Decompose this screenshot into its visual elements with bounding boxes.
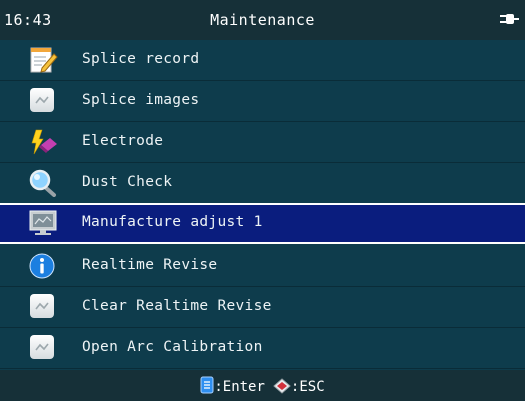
- notepad-pencil-icon: [30, 47, 58, 73]
- menu-item-label: Dust Check: [82, 174, 173, 190]
- menu-item-label: Open Arc Calibration: [82, 339, 263, 355]
- menu-item-label: Splice record: [82, 51, 200, 67]
- plug-icon: [500, 14, 519, 24]
- magnifier-icon: [29, 169, 56, 197]
- key-hint-bar: :Enter :ESC: [0, 370, 525, 401]
- menu-item-splice-images[interactable]: Splice images: [0, 81, 525, 122]
- menu-item-manufacture-adjust[interactable]: Manufacture adjust 1: [0, 203, 525, 244]
- menu-item-label: Manufacture adjust 1: [82, 214, 263, 230]
- monitor-icon: [29, 210, 57, 235]
- image-icon: [28, 334, 58, 362]
- menu-item-label: Clear Realtime Revise: [82, 298, 272, 314]
- enter-key-icon: [200, 376, 214, 394]
- esc-hint-label: :ESC: [290, 379, 325, 395]
- key-hints: :Enter :ESC: [0, 376, 525, 395]
- menu-item-dust-check[interactable]: Dust Check: [0, 163, 525, 204]
- image-icon: [28, 87, 58, 115]
- menu-item-realtime-revise[interactable]: Realtime Revise: [0, 246, 525, 287]
- menu-item-label: Splice images: [82, 92, 200, 108]
- menu-item-clear-realtime-revise[interactable]: Clear Realtime Revise: [0, 287, 525, 328]
- status-bar: 16:43 Maintenance: [0, 0, 525, 40]
- menu-item-electrode[interactable]: Electrode: [0, 122, 525, 163]
- esc-key-icon: [273, 378, 291, 394]
- maintenance-menu: Splice record Splice images Electrode Du…: [0, 40, 525, 370]
- maintenance-screen: 16:43 Maintenance Splice record Splice i…: [0, 0, 525, 401]
- info-icon: [29, 253, 55, 279]
- lightning-electrode-icon: [31, 129, 57, 155]
- enter-hint-label: :Enter: [214, 379, 265, 395]
- page-title: Maintenance: [210, 11, 315, 29]
- menu-item-label: Realtime Revise: [82, 257, 218, 273]
- menu-item-splice-record[interactable]: Splice record: [0, 40, 525, 81]
- image-icon: [28, 293, 58, 321]
- menu-item-open-arc-calibration[interactable]: Open Arc Calibration: [0, 328, 525, 369]
- menu-item-label: Electrode: [82, 133, 164, 149]
